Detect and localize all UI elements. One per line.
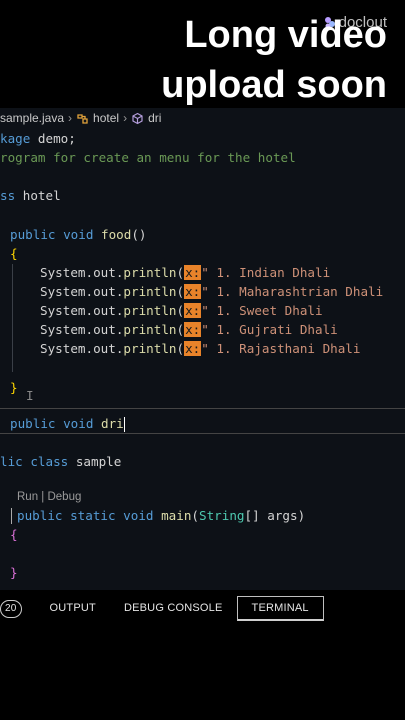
code-line: kage demo; bbox=[0, 129, 76, 148]
panel-tab-bar: 20 OUTPUT DEBUG CONSOLE TERMINAL bbox=[0, 594, 405, 622]
tab-debug-console[interactable]: DEBUG CONSOLE bbox=[110, 597, 237, 619]
main-open-brace: { bbox=[10, 527, 18, 542]
println-line-2: System.out.println(x:" 1. Maharashtrian … bbox=[40, 282, 383, 301]
method-call: println bbox=[123, 322, 177, 337]
code-text: System.out. bbox=[40, 341, 124, 356]
code-text: () bbox=[131, 227, 147, 242]
method-call: println bbox=[123, 284, 177, 299]
param-hint: x: bbox=[184, 341, 202, 356]
string-literal: " 1. Maharashtrian Dhali bbox=[201, 284, 384, 299]
close-brace: } bbox=[10, 380, 18, 395]
mouse-cursor-icon: I bbox=[26, 388, 34, 403]
string-literal: " 1. Sweet Dhali bbox=[201, 303, 323, 318]
code-text: ( bbox=[191, 508, 200, 523]
keyword: public static void bbox=[17, 508, 154, 523]
keyword: kage bbox=[0, 131, 31, 146]
class-name: hotel bbox=[15, 188, 61, 203]
println-line-3: System.out.println(x:" 1. Sweet Dhali bbox=[40, 301, 323, 320]
breadcrumb: sample.java › hotel › dri bbox=[0, 108, 405, 128]
println-line-5: System.out.println(x:" 1. Rajasthani Dha… bbox=[40, 339, 360, 358]
code-text: System.out. bbox=[40, 322, 124, 337]
overlay-line-1: Long video bbox=[184, 14, 387, 56]
keyword: public void bbox=[10, 416, 94, 431]
method-dri-line[interactable]: public void dri bbox=[10, 414, 125, 433]
tab-problems[interactable]: 20 bbox=[0, 597, 36, 619]
code-text: System.out. bbox=[40, 284, 124, 299]
tab-terminal[interactable]: TERMINAL bbox=[236, 595, 324, 621]
class-icon bbox=[77, 113, 88, 124]
code-text: System.out. bbox=[40, 303, 124, 318]
keyword: lic class bbox=[0, 454, 69, 469]
code-line: ss hotel bbox=[0, 186, 61, 205]
method-call: println bbox=[123, 303, 177, 318]
indent-guide bbox=[12, 264, 13, 372]
video-overlay-title: Long video upload soon bbox=[0, 10, 405, 110]
tab-output[interactable]: OUTPUT bbox=[36, 597, 110, 619]
breadcrumb-class[interactable]: hotel bbox=[93, 111, 119, 125]
param-hint: x: bbox=[184, 284, 202, 299]
class-name: sample bbox=[68, 454, 122, 469]
code-editor[interactable]: sample.java › hotel › dri kage demo; rog… bbox=[0, 108, 405, 590]
open-brace: { bbox=[10, 246, 18, 261]
chevron-right-icon: › bbox=[68, 111, 73, 125]
class-sample-line: lic class sample bbox=[0, 452, 121, 471]
method-food-signature: public void food() bbox=[10, 225, 147, 244]
text-cursor bbox=[123, 417, 125, 432]
println-line-4: System.out.println(x:" 1. Gujrati Dhali bbox=[40, 320, 338, 339]
code-text: [] args) bbox=[244, 508, 306, 523]
code-text: demo; bbox=[30, 131, 76, 146]
param-hint: x: bbox=[184, 303, 202, 318]
param-hint: x: bbox=[184, 322, 202, 337]
code-comment: rogram for create an menu for the hotel bbox=[0, 150, 296, 165]
string-literal: " 1. Gujrati Dhali bbox=[201, 322, 338, 337]
code-text: ( bbox=[176, 341, 185, 356]
main-close-brace: } bbox=[10, 565, 18, 580]
indent-guide bbox=[11, 508, 12, 524]
method-name: dri bbox=[101, 416, 124, 431]
method-name: main bbox=[161, 508, 192, 523]
keyword: ss bbox=[0, 188, 16, 203]
breadcrumb-member[interactable]: dri bbox=[148, 111, 161, 125]
code-text: ( bbox=[176, 322, 185, 337]
breadcrumb-file[interactable]: sample.java bbox=[0, 111, 64, 125]
param-hint: x: bbox=[184, 265, 202, 280]
method-icon bbox=[132, 112, 143, 124]
type-name: String bbox=[199, 508, 245, 523]
code-text: System.out. bbox=[40, 265, 124, 280]
method-call: println bbox=[123, 265, 177, 280]
overlay-line-2: upload soon bbox=[161, 64, 387, 106]
code-text: ( bbox=[176, 303, 185, 318]
problems-count-badge: 20 bbox=[0, 600, 22, 618]
method-name: food bbox=[101, 227, 132, 242]
string-literal: " 1. Indian Dhali bbox=[201, 265, 331, 280]
keyword: public void bbox=[10, 227, 94, 242]
chevron-right-icon: › bbox=[123, 111, 128, 125]
main-signature: public static void main(String[] args) bbox=[17, 506, 305, 525]
string-literal: " 1. Rajasthani Dhali bbox=[201, 341, 361, 356]
method-call: println bbox=[123, 341, 177, 356]
code-text: ( bbox=[176, 265, 185, 280]
code-text: ( bbox=[176, 284, 185, 299]
println-line-1: System.out.println(x:" 1. Indian Dhali bbox=[40, 263, 330, 282]
codelens-run-debug[interactable]: Run | Debug bbox=[17, 488, 81, 507]
